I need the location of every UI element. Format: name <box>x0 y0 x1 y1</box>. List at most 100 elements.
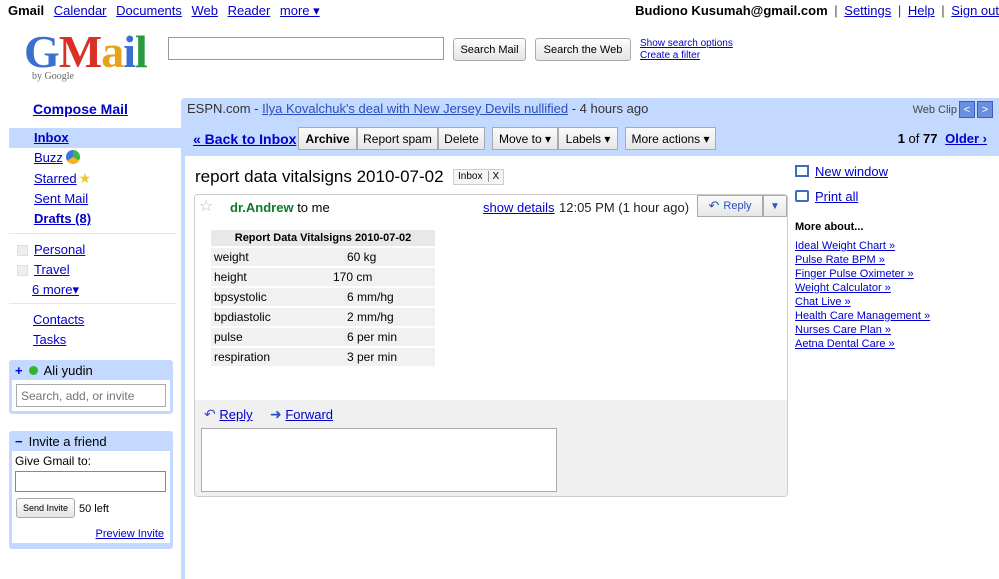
page-current: 1 <box>897 131 905 146</box>
preview-invite-link[interactable]: Preview Invite <box>96 528 164 540</box>
delete-button[interactable]: Delete <box>438 127 485 150</box>
sign-out-link[interactable]: Sign out <box>951 3 999 18</box>
quick-reply-textarea[interactable] <box>201 428 557 492</box>
nav-item-personal[interactable]: Personal <box>34 242 85 257</box>
vital-value: 2 mm/hg <box>317 308 435 326</box>
tasks-link[interactable]: Tasks <box>33 332 66 347</box>
nav-item-sent-label[interactable]: Sent Mail <box>34 191 88 206</box>
nav-item-drafts-label[interactable]: Drafts (8) <box>34 211 91 226</box>
invite-collapse-icon[interactable]: − <box>15 434 23 449</box>
search-input[interactable] <box>168 37 444 60</box>
more-link[interactable]: more ▾ <box>280 3 320 18</box>
gmail-logo[interactable]: GMail by Google <box>24 28 154 86</box>
web-clip-prev-button[interactable]: < <box>959 101 975 118</box>
show-search-options-link[interactable]: Show search options <box>640 38 733 49</box>
nav-item-sent[interactable]: Sent Mail <box>34 191 88 206</box>
related-link[interactable]: Ideal Weight Chart » <box>795 240 895 252</box>
nav-item-tasks[interactable]: Tasks <box>33 332 66 347</box>
related-link[interactable]: Chat Live » <box>795 296 851 308</box>
more-actions-button[interactable]: More actions ▾ <box>625 127 716 150</box>
reply-button[interactable]: ↶ Reply <box>697 195 763 217</box>
nav-item-buzz-label[interactable]: Buzz <box>34 150 63 165</box>
sender-name[interactable]: dr.Andrew <box>230 200 294 215</box>
report-spam-button[interactable]: Report spam <box>357 127 438 150</box>
move-to-button[interactable]: Move to ▾ <box>492 127 558 150</box>
message-content: report data vitalsigns 2010-07-02 Inbox X… <box>185 156 999 579</box>
vital-value: 60 kg <box>317 248 435 266</box>
nav-item-contacts[interactable]: Contacts <box>33 312 84 327</box>
archive-button[interactable]: Archive <box>298 127 357 150</box>
web-clip-age: - 4 hours ago <box>568 101 649 116</box>
compose-mail-link[interactable]: Compose Mail <box>33 101 128 117</box>
reply-options-dropdown[interactable]: ▼ <box>763 195 787 217</box>
vital-value: 3 per min <box>317 348 435 366</box>
vital-name: pulse <box>211 328 317 346</box>
related-link[interactable]: Health Care Management » <box>795 310 930 322</box>
related-link[interactable]: Finger Pulse Oximeter » <box>795 268 914 280</box>
show-details-link[interactable]: show details <box>483 200 555 215</box>
invites-left-count: 50 left <box>79 503 109 515</box>
nav-item-drafts[interactable]: Drafts (8) <box>34 211 91 226</box>
reply-link[interactable]: ↶ Reply <box>204 406 253 423</box>
new-window-link[interactable]: New window <box>815 164 888 179</box>
nav-item-starred[interactable]: Starred ★ <box>34 170 91 187</box>
search-mail-button[interactable]: Search Mail <box>453 38 526 61</box>
nav-item-inbox[interactable]: Inbox <box>9 128 181 148</box>
calendar-link[interactable]: Calendar <box>54 3 107 18</box>
older-link[interactable]: Older › <box>945 131 987 146</box>
search-web-button[interactable]: Search the Web <box>535 38 631 61</box>
reply-link-label[interactable]: Reply <box>219 407 252 422</box>
star-toggle-icon[interactable]: ☆ <box>199 196 213 216</box>
forward-link-label[interactable]: Forward <box>285 407 333 422</box>
chat-panel: + Ali yudin <box>9 360 173 414</box>
page-of-label: of <box>904 131 923 146</box>
table-row: bpdiastolic 2 mm/hg <box>211 308 435 326</box>
more-about-heading: More about... <box>795 221 864 233</box>
reply-button-label: Reply <box>723 200 752 212</box>
nav-item-starred-label[interactable]: Starred <box>34 171 77 186</box>
invite-email-input[interactable] <box>15 471 166 492</box>
chat-search-input[interactable] <box>16 384 166 407</box>
reader-link[interactable]: Reader <box>228 3 271 18</box>
print-all-action[interactable]: Print all <box>795 189 858 204</box>
contacts-link[interactable]: Contacts <box>33 312 84 327</box>
related-link[interactable]: Aetna Dental Care » <box>795 338 895 350</box>
web-clip-headline-link[interactable]: Ilya Kovalchuk's deal with New Jersey De… <box>262 101 568 116</box>
related-link[interactable]: Pulse Rate BPM » <box>795 254 885 266</box>
vital-name: weight <box>211 248 317 266</box>
remove-label-icon[interactable]: X <box>488 171 500 182</box>
table-row: bpsystolic 6 mm/hg <box>211 288 435 306</box>
label-color-swatch <box>17 245 28 256</box>
nav-item-personal-label[interactable]: Personal <box>34 242 85 257</box>
nav-item-travel-label[interactable]: Travel <box>34 262 70 277</box>
vital-name: height <box>211 268 317 286</box>
reply-arrow-icon: ↶ <box>708 198 720 213</box>
chat-user-name[interactable]: Ali yudin <box>44 363 93 378</box>
create-filter-link[interactable]: Create a filter <box>640 50 700 61</box>
star-icon: ★ <box>78 170 92 186</box>
send-invite-button[interactable]: Send Invite <box>16 498 75 518</box>
nav-item-buzz[interactable]: Buzz <box>34 150 80 165</box>
forward-link[interactable]: ➜ Forward <box>270 406 333 423</box>
documents-link[interactable]: Documents <box>116 3 182 18</box>
back-to-inbox-link[interactable]: « Back to Inbox <box>193 131 296 147</box>
labels-button[interactable]: Labels ▾ <box>558 127 618 150</box>
nav-item-travel[interactable]: Travel <box>34 262 70 277</box>
message-time: 12:05 PM (1 hour ago) <box>559 200 690 215</box>
separator: | <box>834 3 838 18</box>
web-clip-next-button[interactable]: > <box>977 101 993 118</box>
help-link[interactable]: Help <box>908 3 935 18</box>
chat-expand-icon[interactable]: + <box>15 363 23 378</box>
settings-link[interactable]: Settings <box>844 3 891 18</box>
nav-item-more-labels[interactable]: 6 more▾ <box>32 282 79 298</box>
more-labels-link[interactable]: 6 more▾ <box>32 282 79 297</box>
online-status-icon <box>28 366 38 375</box>
related-link[interactable]: Nurses Care Plan » <box>795 324 891 336</box>
nav-item-inbox-label[interactable]: Inbox <box>34 130 69 145</box>
related-link[interactable]: Weight Calculator » <box>795 282 891 294</box>
web-link[interactable]: Web <box>192 3 219 18</box>
vitals-table: Report Data Vitalsigns 2010-07-02 weight… <box>211 228 435 368</box>
print-all-link[interactable]: Print all <box>815 189 858 204</box>
new-window-action[interactable]: New window <box>795 164 888 179</box>
search-options-links: Show search options Create a filter <box>640 38 733 62</box>
